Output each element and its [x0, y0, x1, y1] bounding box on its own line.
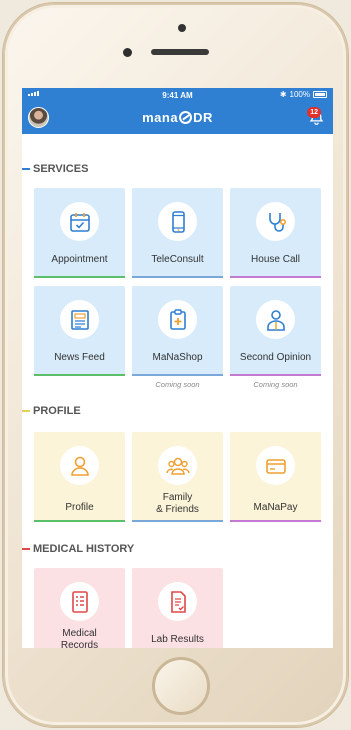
doctor-icon: [266, 309, 285, 331]
lab-report-icon: [170, 590, 186, 613]
tile-label: Second Opinion: [239, 352, 312, 363]
tile-label: Profile: [65, 502, 94, 513]
app-logo: mana DR: [142, 110, 213, 125]
tile-teleconsult[interactable]: TeleConsult: [132, 188, 223, 278]
person-icon: [70, 456, 89, 476]
tile-news-feed[interactable]: News Feed: [34, 286, 125, 376]
tile-label: MaNaPay: [253, 502, 298, 513]
section-title-profile: PROFILE: [22, 404, 81, 418]
tile-second-opinion[interactable]: Second Opinion: [230, 286, 321, 376]
tile-label: Family & Friends: [156, 492, 199, 515]
status-bar: 9:41 AM ✱ 100%: [22, 88, 333, 102]
battery-percent: 100%: [289, 90, 310, 99]
earpiece-speaker: [151, 49, 209, 55]
sensor-dot: [178, 24, 186, 32]
news-icon: [70, 309, 89, 330]
tile-medical-records[interactable]: Medical Records: [34, 568, 125, 648]
tile-profile[interactable]: Profile: [34, 432, 125, 522]
tile-family-friends[interactable]: Family & Friends: [132, 432, 223, 522]
records-icon: [71, 590, 88, 613]
calendar-icon: [69, 212, 90, 232]
tile-label: Medical Records: [60, 628, 99, 648]
battery-icon: [313, 91, 327, 98]
phone-icon: [171, 210, 185, 233]
tile-label: House Call: [251, 254, 300, 265]
stethoscope-icon: [268, 212, 286, 232]
tile-label: TeleConsult: [151, 254, 204, 265]
tile-label: MaNaShop: [152, 352, 203, 363]
section-title-services: SERVICES: [22, 162, 88, 176]
front-camera: [123, 48, 132, 57]
home-button[interactable]: [152, 657, 210, 715]
section-title-medical-history: MEDICAL HISTORY: [22, 542, 134, 556]
group-icon: [165, 457, 190, 475]
coming-soon-note: Coming soon: [253, 380, 298, 389]
tile-appointment[interactable]: Appointment: [34, 188, 125, 278]
bluetooth-icon: ✱: [279, 90, 287, 99]
tile-manapay[interactable]: MaNaPay: [230, 432, 321, 522]
app-header: mana DR 12: [22, 102, 333, 134]
tile-manashop[interactable]: MaNaShop: [132, 286, 223, 376]
clipboard-plus-icon: [169, 308, 186, 330]
tile-label: News Feed: [54, 352, 105, 363]
notification-badge: 12: [307, 107, 321, 118]
tile-house-call[interactable]: House Call: [230, 188, 321, 278]
tile-label: Appointment: [51, 254, 108, 265]
app-screen: 9:41 AM ✱ 100% mana DR 12 SERVICES Appoin…: [22, 88, 333, 648]
coming-soon-note: Coming soon: [155, 380, 200, 389]
tile-label: Lab Results: [151, 634, 204, 645]
tile-lab-results[interactable]: Lab Results: [132, 568, 223, 648]
card-icon: [265, 458, 286, 474]
